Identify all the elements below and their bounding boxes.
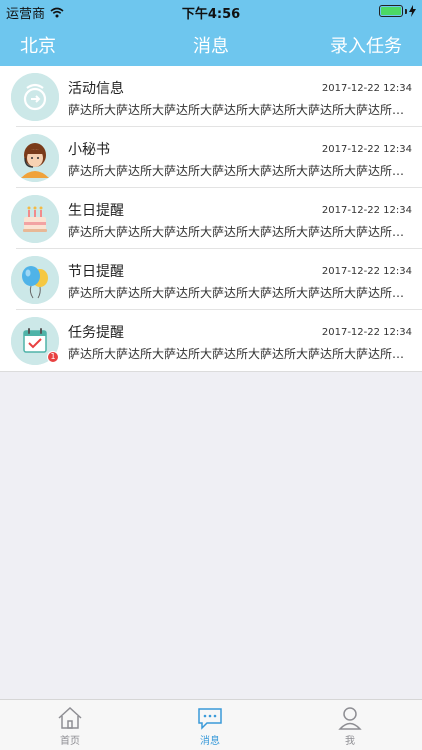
- tab-label: 消息: [200, 736, 220, 747]
- message-icon: [198, 708, 222, 730]
- message-list: 活动信息 2017-12-22 12:34 萨达所大萨达所大萨达所大萨达所大萨达…: [0, 66, 422, 372]
- list-item[interactable]: 1 任务提醒 2017-12-22 12:34 萨达所大萨达所大萨达所大萨达所大…: [0, 310, 422, 371]
- tab-label: 我: [345, 736, 355, 747]
- message-title: 小秘书: [68, 142, 110, 158]
- message-preview: 萨达所大萨达所大萨达所大萨达所大萨达所大萨达所大萨达所大萨达所大萨达: [68, 225, 412, 239]
- list-item[interactable]: 活动信息 2017-12-22 12:34 萨达所大萨达所大萨达所大萨达所大萨达…: [0, 66, 422, 127]
- message-time: 2017-12-22 12:34: [321, 266, 412, 277]
- unread-badge: 1: [47, 351, 59, 363]
- secretary-icon: [11, 134, 59, 182]
- status-bar: 运营商 下午4:56: [0, 0, 422, 22]
- message-title: 任务提醒: [68, 325, 124, 341]
- charging-icon: [409, 5, 416, 17]
- message-time: 2017-12-22 12:34: [321, 327, 412, 338]
- list-item[interactable]: 生日提醒 2017-12-22 12:34 萨达所大萨达所大萨达所大萨达所大萨达…: [0, 188, 422, 249]
- avatar: [11, 134, 59, 182]
- avatar: 1: [11, 317, 59, 365]
- message-title: 节日提醒: [68, 264, 124, 280]
- home-icon: [58, 706, 82, 729]
- avatar: [11, 256, 59, 304]
- message-time: 2017-12-22 12:34: [321, 144, 412, 155]
- list-item[interactable]: 节日提醒 2017-12-22 12:34 萨达所大萨达所大萨达所大萨达所大萨达…: [0, 249, 422, 310]
- activity-icon: [11, 73, 59, 121]
- nav-bar: 北京 消息 录入任务: [0, 22, 422, 66]
- user-icon: [338, 707, 362, 730]
- tab-me[interactable]: 我: [280, 700, 420, 750]
- add-task-button[interactable]: 录入任务: [330, 32, 402, 58]
- tab-messages[interactable]: 消息: [140, 700, 280, 750]
- balloon-icon: [11, 256, 59, 304]
- tab-bar: 首页 消息 我: [0, 699, 422, 750]
- message-title: 活动信息: [68, 81, 124, 97]
- message-preview: 萨达所大萨达所大萨达所大萨达所大萨达所大萨达所大萨达所大萨达所大萨达: [68, 347, 412, 361]
- status-time: 下午4:56: [181, 7, 241, 22]
- message-title: 生日提醒: [68, 203, 124, 219]
- tab-label: 首页: [60, 736, 80, 747]
- message-preview: 萨达所大萨达所大萨达所大萨达所大萨达所大萨达所大萨达所大萨达所大萨达: [68, 164, 412, 178]
- list-item[interactable]: 小秘书 2017-12-22 12:34 萨达所大萨达所大萨达所大萨达所大萨达所…: [0, 127, 422, 188]
- battery-icon: [379, 5, 416, 17]
- message-preview: 萨达所大萨达所大萨达所大萨达所大萨达所大萨达所大萨达所大萨达所大萨达: [68, 286, 412, 300]
- birthday-cake-icon: [11, 195, 59, 243]
- message-time: 2017-12-22 12:34: [321, 205, 412, 216]
- message-preview: 萨达所大萨达所大萨达所大萨达所大萨达所大萨达所大萨达所大萨达所大萨达: [68, 103, 412, 117]
- avatar: [11, 195, 59, 243]
- message-time: 2017-12-22 12:34: [321, 83, 412, 94]
- avatar: [11, 73, 59, 121]
- tab-home[interactable]: 首页: [0, 700, 140, 750]
